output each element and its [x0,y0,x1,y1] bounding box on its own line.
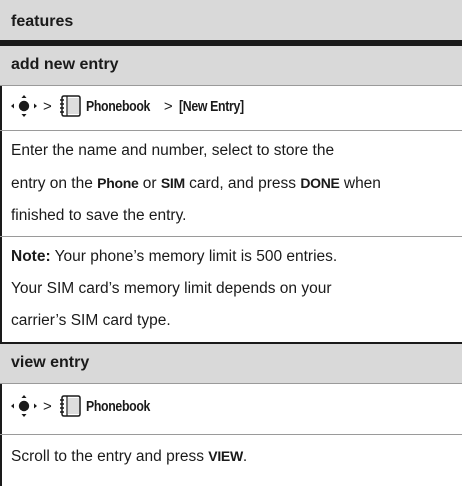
section-view-entry: view entry [0,342,462,384]
keyword-sim: SIM [160,175,185,191]
paragraph-add-entry: Enter the name and number, select to sto… [11,135,451,232]
table-header: features [0,0,462,44]
text-line: Note: Your phone’s memory limit is 500 e… [11,248,338,265]
section-add-new-entry: add new entry [0,44,462,86]
nav-item-phonebook: Phonebook [85,97,150,115]
text-line: Enter the name and number, select to sto… [11,142,335,159]
navigation-path-add-entry: > Phonebook > [New Entry] [11,95,258,117]
phonebook-icon [58,395,82,417]
paragraph-view-entry: Scroll to the entry and press VIEW. [11,440,451,473]
keyword-phone: Phone [97,175,139,191]
nav-key-icon [11,395,37,417]
note-label: Note: [11,248,51,265]
text-line: carrier’s SIM card type. [11,312,171,329]
nav-separator: > [43,397,52,415]
keyword-view: VIEW [208,448,243,464]
phonebook-icon [58,95,82,117]
nav-separator: > [163,97,173,115]
section-title-add-new-entry: add new entry [11,56,119,73]
text-line: Your SIM card’s memory limit depends on … [11,280,332,297]
divider [0,434,462,435]
nav-item-new-entry: [New Entry] [178,97,244,115]
note-paragraph: Note: Your phone’s memory limit is 500 e… [11,241,451,337]
nav-item-phonebook: Phonebook [85,397,150,415]
divider [0,236,462,237]
section-title-view-entry: view entry [11,354,90,371]
keyword-done: DONE [300,175,340,191]
header-title: features [11,13,74,30]
divider [0,130,462,131]
features-table: features add new entry > Phonebook > [Ne… [0,0,462,486]
text-line: Scroll to the entry and press VIEW. [11,448,248,465]
nav-key-icon [11,95,37,117]
text-line: entry on the Phone or SIM card, and pres… [11,175,381,192]
navigation-path-view-entry: > Phonebook [11,395,164,417]
nav-separator: > [43,97,52,115]
text-line: finished to save the entry. [11,207,187,224]
